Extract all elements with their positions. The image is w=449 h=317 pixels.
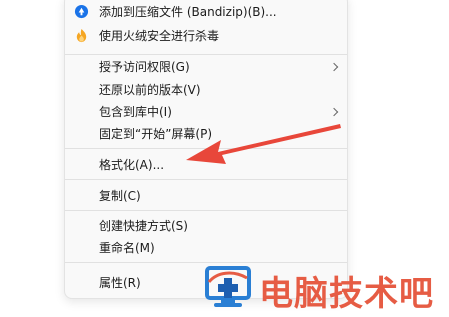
computer-monitor-logo-icon: [205, 266, 251, 307]
watermark: 电脑技术吧: [203, 262, 443, 314]
watermark-text: 电脑技术吧: [259, 274, 434, 314]
